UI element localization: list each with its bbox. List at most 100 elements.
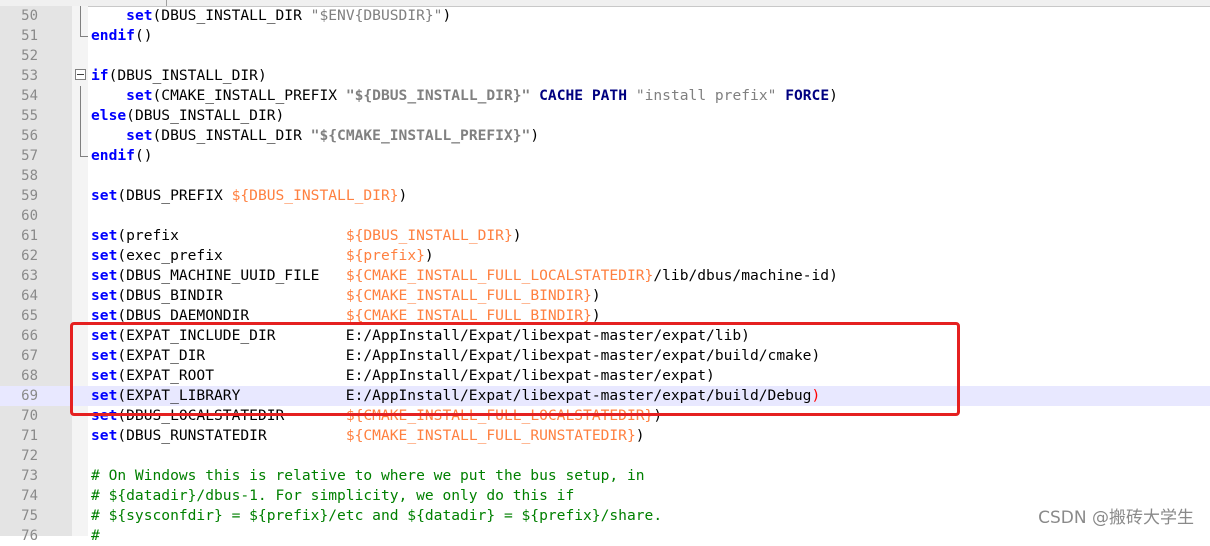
- code-line[interactable]: 57 endif(): [0, 146, 1210, 166]
- code-line[interactable]: 51 endif(): [0, 26, 1210, 46]
- text-token: (DBUS_INSTALL_DIR): [126, 107, 285, 124]
- code-line[interactable]: 74 # ${datadir}/dbus-1. For simplicity, w…: [0, 486, 1210, 506]
- line-number: 54: [21, 88, 38, 104]
- code-line[interactable]: 71 set(DBUS_RUNSTATEDIR ${CMAKE_INSTALL_F…: [0, 426, 1210, 446]
- text-token: (DBUS_INSTALL_DIR): [108, 67, 267, 84]
- code-line[interactable]: 76 #: [0, 526, 1210, 546]
- text-token: (): [134, 147, 153, 164]
- keyword-token: set: [126, 127, 153, 144]
- code-text: set(DBUS_BINDIR ${CMAKE_INSTALL_FULL_BIN…: [91, 286, 601, 306]
- line-number: 62: [21, 248, 38, 264]
- text-token: ): [530, 127, 540, 144]
- keyword-token: set: [91, 187, 118, 204]
- code-line[interactable]: 56 set(DBUS_INSTALL_DIR "${CMAKE_INSTALL…: [0, 126, 1210, 146]
- code-line[interactable]: 61 set(prefix ${DBUS_INSTALL_DIR}): [0, 226, 1210, 246]
- fold-guide-icon: [74, 146, 88, 166]
- code-line[interactable]: 60: [0, 206, 1210, 226]
- code-text: set(prefix ${DBUS_INSTALL_DIR}): [91, 226, 522, 246]
- line-number: 58: [21, 168, 38, 184]
- code-text: set(DBUS_INSTALL_DIR "$ENV{DBUSDIR}"): [91, 6, 451, 26]
- code-text: if(DBUS_INSTALL_DIR): [91, 66, 267, 86]
- keyword-token: set: [91, 227, 118, 244]
- variable-token: ${DBUS_INSTALL_DIR}: [231, 187, 399, 204]
- keyword-token: set: [91, 247, 118, 264]
- code-line[interactable]: 53 if(DBUS_INSTALL_DIR): [0, 66, 1210, 86]
- code-line[interactable]: 63 set(DBUS_MACHINE_UUID_FILE ${CMAKE_INS…: [0, 266, 1210, 286]
- code-text: #: [91, 526, 100, 546]
- fold-guide-icon: [74, 6, 88, 26]
- keyword-token: set: [126, 7, 153, 24]
- line-number: 75: [21, 508, 38, 524]
- fold-guide-icon: [74, 106, 88, 126]
- text-token: CACHE: [539, 87, 584, 104]
- text-token: ): [424, 247, 434, 264]
- code-text: set(exec_prefix ${prefix}): [91, 246, 434, 266]
- code-line[interactable]: 50 set(DBUS_INSTALL_DIR "$ENV{DBUSDIR}"): [0, 6, 1210, 26]
- fold-guide-icon: [74, 86, 88, 106]
- variable-token: ${CMAKE_INSTALL_FULL_RUNSTATEDIR}: [345, 427, 636, 444]
- text-token: ): [398, 187, 408, 204]
- fold-guide-icon: [74, 126, 88, 146]
- code-line[interactable]: 62 set(exec_prefix ${prefix}): [0, 246, 1210, 266]
- line-number: 52: [21, 48, 38, 64]
- text-token: (CMAKE_INSTALL_PREFIX: [152, 87, 346, 104]
- line-number: 66: [21, 328, 38, 344]
- line-number: 61: [21, 228, 38, 244]
- variable-token: ${CMAKE_INSTALL_FULL_BINDIR}: [345, 287, 592, 304]
- keyword-token: set: [126, 87, 153, 104]
- line-number: 57: [21, 148, 38, 164]
- code-line[interactable]: 54 set(CMAKE_INSTALL_PREFIX "${DBUS_INST…: [0, 86, 1210, 106]
- text-token: (DBUS_INSTALL_DIR: [152, 7, 311, 24]
- code-line[interactable]: 58: [0, 166, 1210, 186]
- keyword-token: else: [91, 107, 127, 124]
- line-number: 55: [21, 108, 38, 124]
- text-token: PATH: [591, 87, 628, 104]
- string-token: "${CMAKE_INSTALL_PREFIX}": [310, 127, 531, 144]
- text-token: (DBUS_INSTALL_DIR: [152, 127, 311, 144]
- string-token: "${DBUS_INSTALL_DIR}": [345, 87, 531, 104]
- watermark: CSDN @搬砖大学生: [1038, 508, 1194, 528]
- comment-token: # ${datadir}/dbus-1. For simplicity, we …: [91, 487, 575, 504]
- text-token: ): [829, 87, 838, 104]
- line-number: 67: [21, 348, 38, 364]
- code-line[interactable]: 64 set(DBUS_BINDIR ${CMAKE_INSTALL_FULL_B…: [0, 286, 1210, 306]
- text-token: ): [635, 427, 645, 444]
- code-line[interactable]: 59 set(DBUS_PREFIX ${DBUS_INSTALL_DIR}): [0, 186, 1210, 206]
- red-annotation-box: [70, 322, 960, 416]
- code-text: else(DBUS_INSTALL_DIR): [91, 106, 284, 126]
- line-number: 73: [21, 468, 38, 484]
- fold-toggle-icon[interactable]: [74, 66, 88, 86]
- line-number: 70: [21, 408, 38, 424]
- code-line[interactable]: 52: [0, 46, 1210, 66]
- line-number: 59: [21, 188, 38, 204]
- line-number: 72: [21, 448, 38, 464]
- code-text: set(DBUS_RUNSTATEDIR ${CMAKE_INSTALL_FUL…: [91, 426, 645, 446]
- code-line[interactable]: 72: [0, 446, 1210, 466]
- line-number: 53: [21, 68, 38, 84]
- code-line[interactable]: 75 # ${sysconfdir} = ${prefix}/etc and ${…: [0, 506, 1210, 526]
- line-number: 63: [21, 268, 38, 284]
- code-text: endif(): [91, 26, 153, 46]
- code-text: set(DBUS_INSTALL_DIR "${CMAKE_INSTALL_PR…: [91, 126, 539, 146]
- line-number: 74: [21, 488, 38, 504]
- text-token: (DBUS_BINDIR: [117, 287, 346, 304]
- text-token: /lib/dbus/machine-id): [653, 267, 838, 284]
- code-editor[interactable]: 50 set(DBUS_INSTALL_DIR "$ENV{DBUSDIR}")…: [0, 6, 1210, 544]
- code-text: # ${sysconfdir} = ${prefix}/etc and ${da…: [91, 506, 662, 526]
- code-text: # ${datadir}/dbus-1. For simplicity, we …: [91, 486, 574, 506]
- text-token: ): [591, 287, 601, 304]
- line-number: 50: [21, 8, 38, 24]
- keyword-token: set: [91, 427, 118, 444]
- variable-token: ${CMAKE_INSTALL_FULL_LOCALSTATEDIR}: [345, 267, 654, 284]
- code-line[interactable]: 73 # On Windows this is relative to where…: [0, 466, 1210, 486]
- text-token: ): [512, 227, 522, 244]
- code-line[interactable]: 55 else(DBUS_INSTALL_DIR): [0, 106, 1210, 126]
- string-token: "install prefix": [635, 87, 777, 104]
- text-token: (DBUS_RUNSTATEDIR: [117, 427, 346, 444]
- line-number: 65: [21, 308, 38, 324]
- code-text: set(DBUS_MACHINE_UUID_FILE ${CMAKE_INSTA…: [91, 266, 838, 286]
- text-token: FORCE: [785, 87, 830, 104]
